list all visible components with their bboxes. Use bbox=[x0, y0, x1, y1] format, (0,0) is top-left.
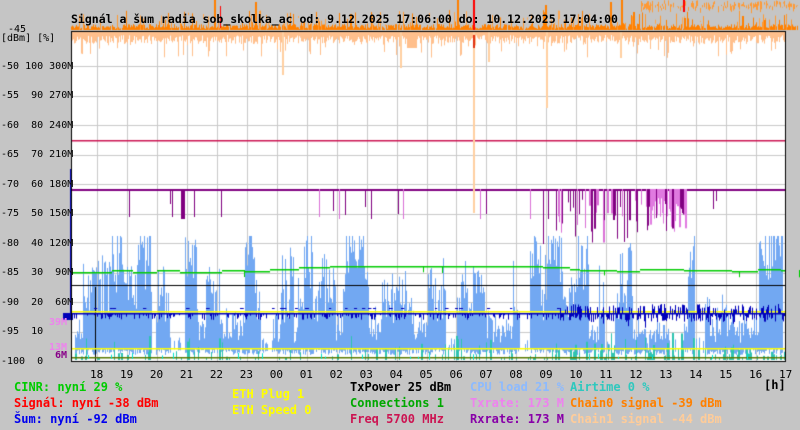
x-tick-label: 02 bbox=[329, 368, 343, 381]
x-tick-label: 01 bbox=[299, 368, 313, 381]
y-axis-row: -65 70 210M bbox=[1, 149, 74, 160]
x-tick-label: 00 bbox=[269, 368, 283, 381]
x-tick-label: 15 bbox=[719, 368, 733, 381]
x-tick-label: 20 bbox=[149, 368, 164, 381]
x-tick-label: 21 bbox=[179, 368, 194, 381]
rate-marker-39m: 39M bbox=[49, 317, 68, 328]
y-axis-row: -55 90 270M bbox=[1, 90, 74, 101]
legend-cinr: CINR: nyní 29 % bbox=[14, 380, 123, 394]
legend-connections: Connections 1 bbox=[350, 396, 444, 410]
x-tick-label: 23 bbox=[239, 368, 254, 381]
x-tick-label: 14 bbox=[689, 368, 703, 381]
y-axis-row: -75 50 150M bbox=[1, 208, 74, 219]
signal-noise-graph-canvas bbox=[0, 0, 800, 430]
legend-eth-plug: ETH Plug 1 bbox=[232, 387, 305, 401]
y-axis-row: -100 0 bbox=[1, 356, 44, 367]
legend-signal: Signál: nyní -38 dBm bbox=[14, 396, 159, 410]
x-tick-label: 22 bbox=[209, 368, 224, 381]
x-tick-label: 16 bbox=[749, 368, 763, 381]
legend-noise: Šum: nyní -92 dBm bbox=[14, 412, 137, 426]
y-axis-row: -85 30 90M bbox=[1, 267, 74, 278]
legend-freq: Freq 5700 MHz bbox=[350, 412, 444, 426]
graph-title: Signál a šum radia sob_skolka_ac od: 9.1… bbox=[71, 12, 618, 26]
legend-eth-speed: ETH Speed 0 bbox=[232, 403, 312, 417]
rate-marker-6m: 6M bbox=[55, 350, 68, 361]
y-axis-row: -95 10 bbox=[1, 326, 44, 337]
graph-page: Signál a šum radia sob_skolka_ac od: 9.1… bbox=[0, 0, 800, 430]
legend-airtime: Airtime 0 % bbox=[570, 380, 650, 394]
y-axis-row: -50 100 300M bbox=[1, 61, 74, 72]
legend-chain0: Chain0 signal -39 dBm bbox=[570, 396, 722, 410]
y-axis-row: -70 60 180M bbox=[1, 179, 74, 190]
y-axis-row: -60 80 240M bbox=[1, 120, 74, 131]
x-tick-label: 13 bbox=[659, 368, 673, 381]
y-axis-units: [dBm] [%] bbox=[1, 33, 56, 44]
legend-txrate: Txrate: 173 M bbox=[470, 396, 564, 410]
legend-chain1: Chain1 signal -44 dBm bbox=[570, 412, 722, 426]
legend-rxrate: Rxrate: 173 M bbox=[470, 412, 564, 426]
x-axis-unit-label: [h] bbox=[764, 378, 786, 392]
y-axis-row: -90 20 60M bbox=[1, 297, 74, 308]
x-tick-label: 06 bbox=[449, 368, 463, 381]
legend-cpu-load: CPU load 21 % bbox=[470, 380, 564, 394]
legend-txpower: TxPower 25 dBm bbox=[350, 380, 452, 394]
y-axis-row: -80 40 120M bbox=[1, 238, 74, 249]
